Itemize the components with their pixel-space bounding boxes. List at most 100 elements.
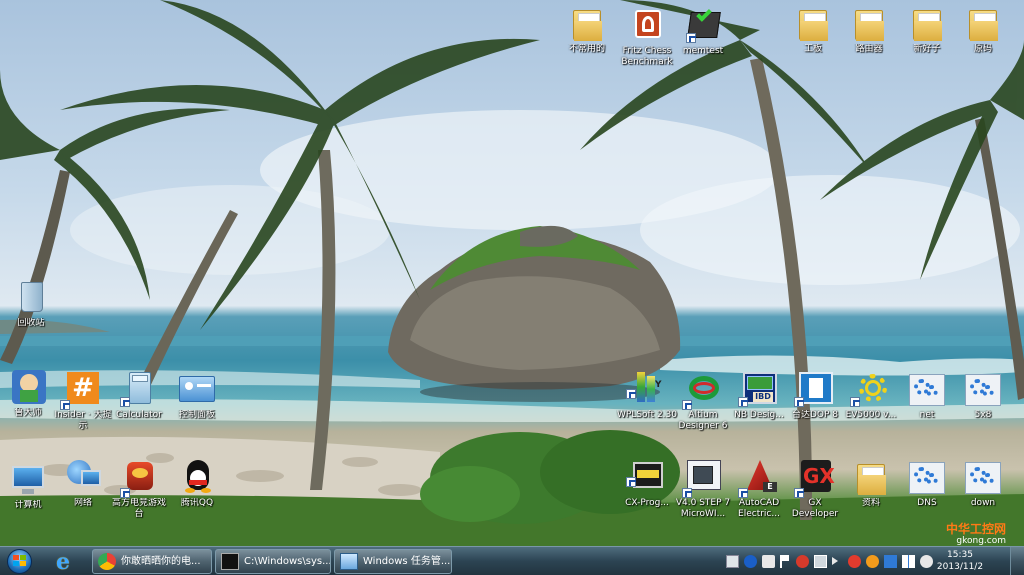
desktop-icon-altium[interactable]: Altium Designer 6 [672, 372, 734, 432]
desktop-icon-gongban[interactable]: 工板 [782, 6, 844, 55]
desktop-icon-autocad[interactable]: E AutoCAD Electric... [728, 460, 790, 520]
taskbar-item-task-manager[interactable]: Windows 任务管... [334, 549, 452, 574]
bujiyong-label: 不常用的 [568, 44, 605, 54]
computer-icon [8, 462, 48, 498]
help-icon[interactable] [744, 555, 757, 568]
fritz-chess-icon [627, 8, 667, 44]
network-config-icon [907, 372, 947, 408]
grid-icon[interactable] [902, 555, 915, 568]
yuanma-label: 原码 [973, 44, 992, 54]
desktop[interactable]: 回收站 不常用的 Fritz Chess Benchmark memtest 工… [0, 0, 1024, 546]
ev5000-label: EV5000 v... [845, 410, 897, 420]
desktop-icon-ziliao[interactable]: 资料 [840, 460, 902, 509]
desktop-icon-wplsoft[interactable]: Y WPLSoft 2.30 [616, 372, 678, 421]
gkong-watermark: 中华工控网 gkong.com [946, 523, 1006, 546]
cx-programmer-label: CX-Prog... [625, 498, 669, 508]
network-config-icon [907, 460, 947, 496]
folder-icon [963, 6, 1003, 42]
watermark-domain: gkong.com [956, 536, 1006, 546]
taskbar-item-browser-label: 你敢晒晒你的电... [121, 556, 201, 567]
folder-icon [793, 6, 833, 42]
watermark-title: 中华工控网 [945, 522, 1006, 536]
desktop-icon-qq[interactable]: 腾讯QQ [166, 460, 228, 509]
shortcut-arrow-icon [682, 400, 692, 410]
recycle-bin-label: 回收站 [17, 318, 45, 328]
cmd-icon [221, 553, 239, 570]
desktop-icon-bujiyong[interactable]: 不常用的 [556, 6, 618, 55]
insider-label: Insider · 大提示 [54, 410, 112, 431]
antivirus-icon[interactable] [796, 555, 809, 568]
desktop-icon-ludashi[interactable]: 鲁大师 [0, 370, 59, 419]
control-panel-icon [177, 372, 217, 408]
desktop-icon-calculator[interactable]: Calculator [108, 372, 170, 421]
shortcut-arrow-icon [794, 397, 804, 407]
shortcut-arrow-icon [738, 488, 748, 498]
shortcut-arrow-icon [682, 488, 692, 498]
desktop-icon-dns[interactable]: DNS [896, 460, 958, 509]
desktop-icon-insider[interactable]: # Insider · 大提示 [52, 372, 114, 432]
browser-icon [98, 553, 116, 570]
gongfang-label: 高方电竞游戏台 [111, 498, 166, 519]
taskbar-item-cmd[interactable]: C:\Windows\sys... [215, 549, 331, 574]
desktop-icon-gx-developer[interactable]: GX GX Developer [784, 460, 846, 520]
desktop-icon-xinhaozi[interactable]: 新好子 [896, 6, 958, 55]
desktop-icon-control-panel[interactable]: 控制面板 [166, 372, 228, 421]
update-icon[interactable] [866, 555, 879, 568]
shortcut-arrow-icon [120, 397, 130, 407]
show-desktop-button[interactable] [1010, 547, 1024, 575]
desktop-icon-net[interactable]: net [896, 372, 958, 421]
dop-label: 台达DOP 8 [791, 410, 839, 420]
fritz-chess-label: Fritz Chess Benchmark [621, 46, 673, 67]
clock-time: 15:35 [947, 550, 973, 560]
task-manager-icon [340, 553, 358, 570]
autocad-label: AutoCAD Electric... [738, 498, 780, 519]
windows-flag-icon [13, 555, 26, 567]
desktop-icon-5x8[interactable]: 5x8 [952, 372, 1014, 421]
desktop-icon-down[interactable]: down [952, 460, 1014, 509]
system-clock[interactable]: 15:35 2013/11/2 [932, 549, 988, 573]
start-button[interactable] [3, 548, 37, 575]
gongban-label: 工板 [803, 44, 822, 54]
altium-label: Altium Designer 6 [678, 410, 728, 431]
shortcut-arrow-icon [626, 477, 636, 487]
system-tray [722, 549, 952, 574]
network-icon [63, 460, 103, 496]
computer-label: 计算机 [14, 500, 42, 510]
taskbar-item-task-manager-label: Windows 任务管... [363, 556, 451, 567]
desktop-icon-yuanma[interactable]: 原码 [952, 6, 1014, 55]
network-config-icon [963, 460, 1003, 496]
shortcut-arrow-icon [738, 397, 748, 407]
keyboard-icon[interactable] [726, 555, 739, 568]
recycle-bin-icon [11, 280, 51, 316]
qq-penguin-icon [177, 460, 217, 496]
taskbar-item-browser[interactable]: 你敢晒晒你的电... [92, 549, 212, 574]
desktop-icon-memtest[interactable]: memtest [672, 6, 734, 57]
shortcut-arrow-icon [850, 397, 860, 407]
desktop-icon-gongfang[interactable]: 高方电竞游戏台 [108, 460, 170, 520]
desktop-icon-luyouqi[interactable]: 路由器 [838, 6, 900, 55]
network-tray-icon[interactable] [814, 555, 827, 568]
dns-label: DNS [917, 498, 937, 508]
volume-icon[interactable] [832, 557, 838, 565]
net-label: net [919, 410, 935, 420]
qq-label: 腾讯QQ [180, 498, 214, 508]
display-icon[interactable] [884, 555, 897, 568]
shortcut-arrow-icon [626, 389, 636, 399]
control-panel-label: 控制面板 [178, 410, 215, 420]
quicklaunch-ie[interactable]: e [48, 549, 84, 575]
desktop-icon-recycle-bin[interactable]: 回收站 [0, 280, 62, 329]
desktop-icon-cx-programmer[interactable]: CX-Prog... [616, 460, 678, 509]
5x8-label: 5x8 [974, 410, 992, 420]
action-center-flag-icon[interactable] [780, 555, 789, 568]
desktop-icon-computer[interactable]: 计算机 [0, 462, 59, 511]
security-icon[interactable] [848, 555, 861, 568]
desktop-icon-ev5000[interactable]: EV5000 v... [840, 372, 902, 421]
clipboard-icon[interactable] [762, 555, 775, 568]
desktop-icon-step7[interactable]: V4.0 STEP 7 MicroWI... [672, 460, 734, 520]
wplsoft-label: WPLSoft 2.30 [617, 410, 677, 420]
desktop-icon-dop[interactable]: 台达DOP 8 [784, 372, 846, 421]
desktop-icon-fritz-chess[interactable]: Fritz Chess Benchmark [616, 8, 678, 68]
desktop-icon-network[interactable]: 网络 [52, 460, 114, 509]
desktop-icon-nb-designer[interactable]: IBD NB Desig... [728, 372, 790, 421]
calculator-label: Calculator [116, 410, 162, 420]
